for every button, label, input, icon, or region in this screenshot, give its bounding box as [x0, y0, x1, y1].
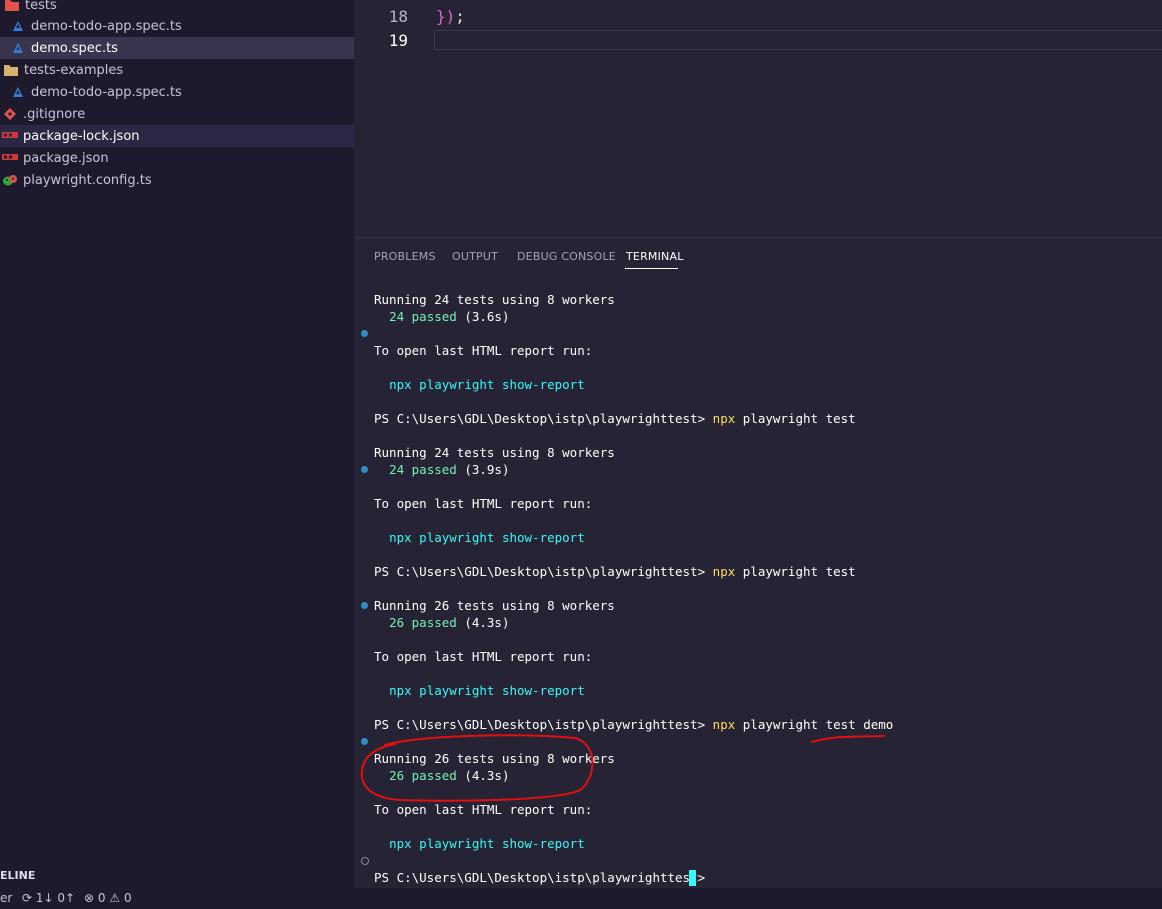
folder-icon: [3, 62, 19, 78]
explorer-item-label: tests-examples: [24, 62, 124, 78]
terminal-prompt-line: PS C:\Users\GDL\Desktop\istp\playwrightt…: [374, 411, 856, 426]
explorer-item-demo-todo-app-spec[interactable]: demo-todo-app.spec.ts: [0, 15, 354, 37]
terminal-line: Running 24 tests using 8 workers: [374, 292, 615, 307]
explorer-item-tests-examples-folder[interactable]: tests-examples: [0, 59, 354, 81]
timeline-header[interactable]: ELINE: [0, 869, 35, 882]
active-tab-indicator: [625, 268, 678, 269]
problems-status[interactable]: ⊗ 0 ⚠ 0: [84, 891, 132, 905]
terminal-line: 24 passed (3.6s): [389, 309, 510, 324]
npm-icon: [2, 150, 18, 166]
terminal-cursor: [689, 870, 696, 886]
playwright-icon: [10, 40, 26, 56]
status-bar: er ⟳ 1↓ 0↑ ⊗ 0 ⚠ 0: [0, 888, 1162, 909]
explorer-item-label: tests: [25, 0, 57, 13]
status-branch-fragment[interactable]: er: [0, 891, 12, 905]
explorer-item-gitignore[interactable]: .gitignore: [0, 103, 354, 125]
terminal-command-marker: [361, 602, 368, 609]
terminal-line: npx playwright show-report: [389, 683, 585, 698]
terminal-line: Running 24 tests using 8 workers: [374, 445, 615, 460]
explorer-item-label: package-lock.json: [23, 128, 140, 144]
terminal-line: npx playwright show-report: [389, 836, 585, 851]
explorer-item-label: demo.spec.ts: [31, 40, 118, 56]
explorer-item-label: .gitignore: [23, 106, 86, 122]
tab-output[interactable]: OUTPUT: [452, 250, 498, 263]
terminal-line: To open last HTML report run:: [374, 649, 593, 664]
code-line: });: [436, 7, 465, 26]
terminal-command-marker: [361, 466, 368, 473]
explorer-item-label: demo-todo-app.spec.ts: [31, 18, 182, 34]
explorer-sidebar: tests demo-todo-app.spec.ts demo.spec.ts…: [0, 0, 354, 888]
terminal-command-marker-pending: [361, 857, 369, 865]
explorer-item-demo-todo-app-spec-examples[interactable]: demo-todo-app.spec.ts: [0, 81, 354, 103]
terminal-line: npx playwright show-report: [389, 530, 585, 545]
terminal-command-marker: [361, 738, 368, 745]
terminal-prompt-line: PS C:\Users\GDL\Desktop\istp\playwrightt…: [374, 870, 706, 885]
tab-terminal[interactable]: TERMINAL: [626, 250, 684, 263]
code-editor[interactable]: 18 }); 19: [355, 0, 1162, 236]
terminal-prompt-line: PS C:\Users\GDL\Desktop\istp\playwrightt…: [374, 717, 894, 732]
terminal-prompt-line: PS C:\Users\GDL\Desktop\istp\playwrightt…: [374, 564, 856, 579]
partial-code-line: [436, 0, 856, 2]
warning-icon: ⚠: [109, 891, 121, 905]
sync-status[interactable]: ⟳ 1↓ 0↑: [22, 891, 75, 905]
tab-problems[interactable]: PROBLEMS: [374, 250, 436, 263]
explorer-item-playwright-config[interactable]: playwright.config.ts: [0, 169, 354, 191]
explorer-item-demo-spec[interactable]: demo.spec.ts: [0, 37, 354, 59]
terminal-line: To open last HTML report run:: [374, 343, 593, 358]
explorer-item-tests-folder[interactable]: tests: [0, 0, 354, 16]
error-icon: ⊗: [84, 891, 95, 905]
explorer-item-package-lock[interactable]: package-lock.json: [0, 125, 354, 147]
playwright-config-icon: [2, 172, 18, 188]
terminal-output[interactable]: Running 24 tests using 8 workers 24 pass…: [374, 291, 893, 886]
terminal-line: Running 26 tests using 8 workers: [374, 751, 615, 766]
line-number: 18: [388, 7, 408, 26]
terminal-line: To open last HTML report run:: [374, 802, 593, 817]
playwright-icon: [10, 18, 26, 34]
npm-icon: [2, 128, 18, 144]
terminal-line: 26 passed (4.3s): [389, 768, 510, 783]
explorer-item-label: playwright.config.ts: [23, 172, 152, 188]
terminal-line: 26 passed (4.3s): [389, 615, 510, 630]
tab-debug-console[interactable]: DEBUG CONSOLE: [517, 250, 616, 263]
current-line-highlight: [434, 30, 1162, 50]
git-icon: [2, 106, 18, 122]
terminal-line: 24 passed (3.9s): [389, 462, 510, 477]
line-number-current: 19: [388, 31, 408, 50]
sync-icon: ⟳: [22, 891, 33, 905]
explorer-item-package-json[interactable]: package.json: [0, 147, 354, 169]
terminal-command-marker: [361, 330, 368, 337]
explorer-item-label: package.json: [23, 150, 109, 166]
playwright-icon: [10, 84, 26, 100]
terminal-line: Running 26 tests using 8 workers: [374, 598, 615, 613]
bottom-panel: PROBLEMS OUTPUT DEBUG CONSOLE TERMINAL R…: [355, 237, 1162, 889]
folder-tests-icon: [4, 0, 20, 13]
terminal-line: To open last HTML report run:: [374, 496, 593, 511]
explorer-item-label: demo-todo-app.spec.ts: [31, 84, 182, 100]
terminal-line: npx playwright show-report: [389, 377, 585, 392]
